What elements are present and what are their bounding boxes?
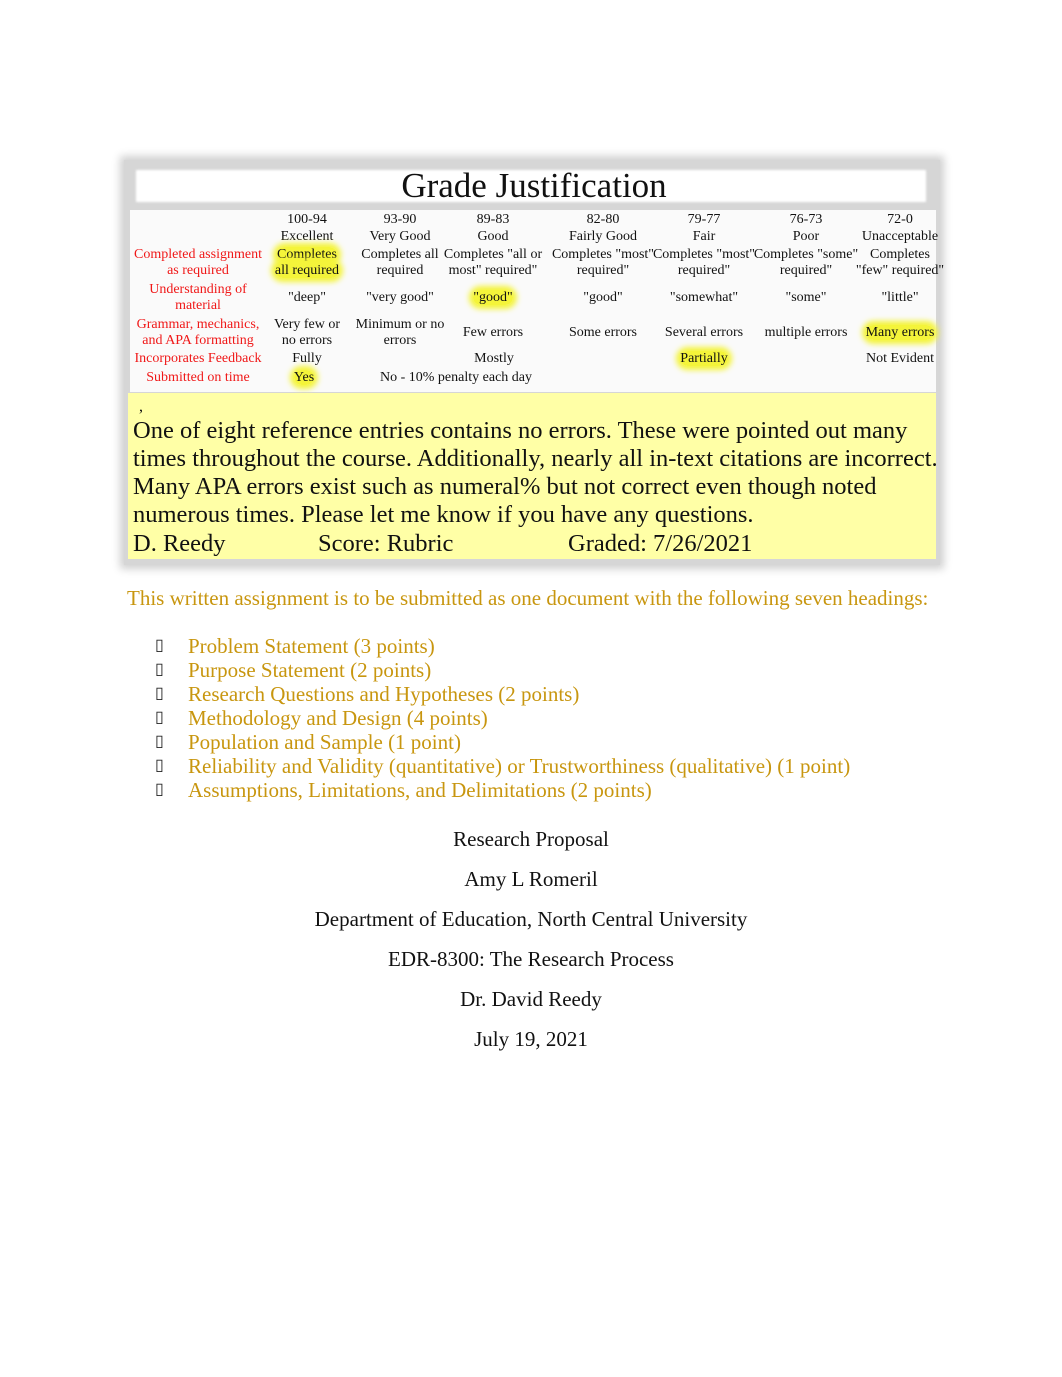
date: July 19, 2021 <box>474 1027 588 1051</box>
rubric-cell: Mostly <box>394 351 594 367</box>
rubric-cell: Not Evident <box>800 351 1000 367</box>
department: Department of Education, North Central U… <box>314 907 748 931</box>
rubric-cell: Many errors <box>800 325 1000 341</box>
cell-text: Unacceptable <box>861 229 939 244</box>
comment-line: One of eight reference entries contains … <box>133 417 908 444</box>
document-page: Grade Justification 100-94 Excellent 93-90… <box>0 0 1062 1377</box>
course: EDR-8300: The Research Process <box>388 947 674 971</box>
bullet-icon: ▯ <box>155 661 164 678</box>
cell-text: 72-0 <box>887 212 913 227</box>
cell-text: "little" <box>881 290 919 305</box>
heading-text: Reliability and Validity (quantitative) … <box>188 754 851 778</box>
rubric-cell: Completes "few" required" <box>800 247 1000 279</box>
score: Score: Rubric <box>318 530 454 557</box>
bullet-icon: ▯ <box>155 685 164 702</box>
cell-text: Mostly <box>474 351 514 366</box>
graded-date: Graded: 7/26/2021 <box>568 530 753 557</box>
cell-text: Partially <box>680 351 728 366</box>
rubric-cell: No - 10% penalty each day <box>356 370 556 386</box>
heading-text: Methodology and Design (4 points) <box>188 706 488 730</box>
comment-mark: , <box>139 398 143 415</box>
cell-text: Fully <box>292 351 322 366</box>
bullet-icon: ▯ <box>155 757 164 774</box>
cell-text: "few" required" <box>855 263 945 278</box>
bullet-icon: ▯ <box>155 709 164 726</box>
cell-text: Completes <box>870 247 930 262</box>
heading-text: Purpose Statement (2 points) <box>188 658 432 682</box>
rubric-title: Grade Justification <box>401 166 667 205</box>
title-page: Research Proposal Amy L Romeril Departme… <box>0 826 1062 1066</box>
author: Amy L Romeril <box>464 867 598 891</box>
heading-text: Research Questions and Hypotheses (2 poi… <box>188 682 580 706</box>
instructions-intro: This written assignment is to be submitt… <box>127 586 929 610</box>
rubric-cell: Fully <box>207 351 407 367</box>
grade-level: Unacceptable <box>800 229 1000 245</box>
bullet-icon: ▯ <box>155 781 164 798</box>
grader-name: D. Reedy <box>133 530 226 557</box>
bullet-icon: ▯ <box>155 733 164 750</box>
comment-line: numerous times. Please let me know if yo… <box>133 501 754 528</box>
cell-text: Many errors <box>865 325 935 340</box>
instructor: Dr. David Reedy <box>460 987 602 1011</box>
bullet-icon: ▯ <box>155 637 164 654</box>
heading-text: Assumptions, Limitations, and Delimitati… <box>188 778 652 802</box>
cell-text: Yes <box>293 370 315 385</box>
grader-comment: , One of eight reference entries contain… <box>133 397 943 529</box>
comment-line: Many APA errors exist such as numeral% b… <box>133 473 877 500</box>
grade-range: 72-0 <box>800 212 1000 228</box>
comment-line: times throughout the course. Additionall… <box>133 445 938 472</box>
heading-text: Problem Statement (3 points) <box>188 634 435 658</box>
paper-title: Research Proposal <box>453 827 609 851</box>
rubric-cell: "little" <box>800 290 1000 306</box>
rubric-cell: Partially <box>604 351 804 367</box>
cell-text: No - 10% penalty each day <box>380 370 532 385</box>
cell-text: Not Evident <box>865 351 935 366</box>
heading-text: Population and Sample (1 point) <box>188 730 461 754</box>
